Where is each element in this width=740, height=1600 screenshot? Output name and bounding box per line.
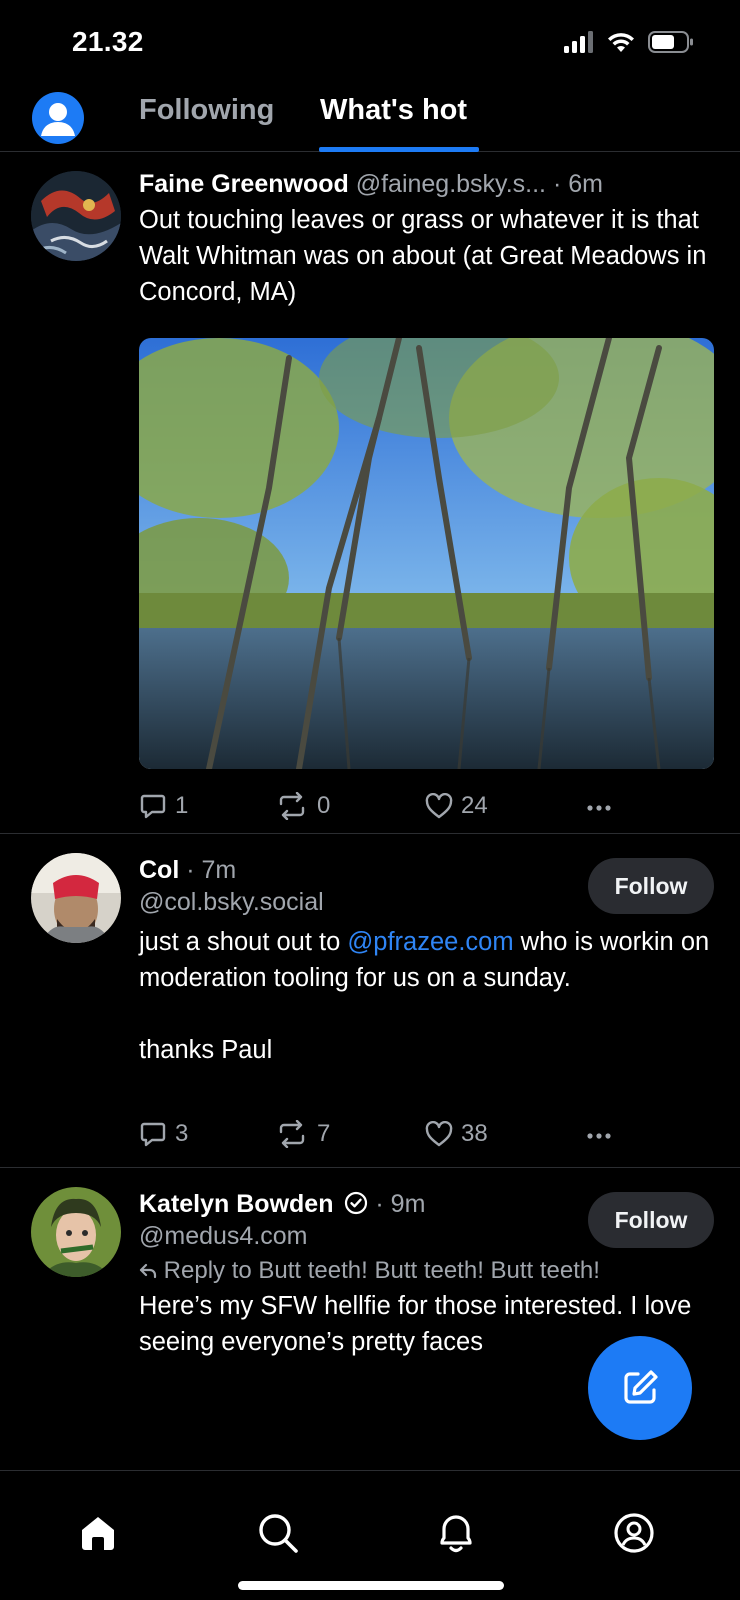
like-icon <box>425 793 453 819</box>
post-text: just a shout out to @pfrazee.com who is … <box>139 924 714 996</box>
reply-count: 1 <box>175 792 189 819</box>
post-time: 9m <box>390 1190 426 1218</box>
user-icon <box>41 103 75 136</box>
tab-following[interactable]: Following <box>139 94 274 127</box>
repost-button[interactable]: 7 <box>275 1120 330 1148</box>
author-name[interactable]: Col <box>139 856 179 884</box>
post-time: 7m <box>201 856 237 884</box>
author-handle[interactable]: @faineg.bsky.s... <box>356 170 546 198</box>
like-button[interactable]: 24 <box>425 792 488 820</box>
signal-icon <box>564 31 594 58</box>
like-button[interactable]: 38 <box>425 1120 488 1148</box>
like-count: 24 <box>461 792 488 819</box>
post-meta: Katelyn Bowden · 9m <box>139 1188 550 1220</box>
compose-button[interactable] <box>588 1336 692 1440</box>
more-button[interactable] <box>585 794 613 822</box>
post-meta: Col · 7m <box>139 854 550 886</box>
post-time: 6m <box>568 170 603 198</box>
repost-icon <box>279 792 305 820</box>
avatar[interactable] <box>31 171 121 261</box>
reply-icon <box>140 1122 166 1147</box>
repost-icon <box>279 1120 305 1148</box>
bottom-nav <box>0 1470 740 1600</box>
nav-search[interactable] <box>254 1509 302 1557</box>
reply-arrow-icon <box>139 1263 157 1279</box>
nav-home[interactable] <box>74 1509 122 1557</box>
author-name[interactable]: Katelyn Bowden <box>139 1190 333 1218</box>
battery-icon <box>648 30 694 59</box>
separator-dot: · <box>375 1190 384 1218</box>
mention-link[interactable]: @pfrazee.com <box>347 928 513 956</box>
nav-notifications[interactable] <box>432 1509 480 1557</box>
status-bar: 21.32 <box>0 0 740 86</box>
post-actions: 3 7 38 <box>139 1120 619 1154</box>
reply-button[interactable]: 1 <box>139 792 188 820</box>
verified-icon <box>345 1191 368 1215</box>
more-button[interactable] <box>585 1122 613 1150</box>
notifications-icon <box>440 1515 472 1553</box>
post-content: just a shout out to @pfrazee.com who is … <box>139 924 714 1068</box>
repost-button[interactable]: 0 <box>275 792 330 820</box>
more-icon <box>587 805 611 811</box>
like-icon <box>425 1121 453 1147</box>
repost-count: 0 <box>317 792 331 819</box>
reply-to-label: Reply to Butt teeth! Butt teeth! Butt te… <box>163 1257 600 1284</box>
wifi-icon <box>606 31 636 58</box>
post[interactable]: Col · 7m @col.bsky.social Follow just a … <box>0 834 740 1168</box>
post-actions: 1 0 24 <box>139 792 619 826</box>
status-icons <box>564 30 694 59</box>
post-text-line: thanks Paul <box>139 1036 273 1064</box>
reply-count: 3 <box>175 1120 189 1147</box>
status-time: 21.32 <box>72 26 144 57</box>
tab-whats-hot[interactable]: What's hot <box>320 94 467 127</box>
post-header: Katelyn Bowden · 9m @medus4.com <box>139 1188 550 1252</box>
post-meta: Faine Greenwood @faineg.bsky.s... · 6m <box>139 168 714 200</box>
more-icon <box>587 1133 611 1139</box>
like-count: 38 <box>461 1120 488 1147</box>
post[interactable]: Faine Greenwood @faineg.bsky.s... · 6m O… <box>0 152 740 834</box>
follow-button[interactable]: Follow <box>588 1192 714 1248</box>
post-header: Col · 7m @col.bsky.social <box>139 854 550 918</box>
feed-header: Following What's hot <box>0 86 740 152</box>
profile-icon <box>614 1513 654 1553</box>
separator-dot: · <box>552 170 562 198</box>
avatar[interactable] <box>31 1187 121 1277</box>
post-text: Out touching leaves or grass or whatever… <box>139 206 707 306</box>
feed[interactable]: Faine Greenwood @faineg.bsky.s... · 6m O… <box>0 152 740 1470</box>
avatar[interactable] <box>31 853 121 943</box>
post-text-part: just a shout out to <box>139 928 348 956</box>
post-content: Faine Greenwood @faineg.bsky.s... · 6m O… <box>139 168 714 310</box>
home-indicator[interactable] <box>238 1581 504 1590</box>
post-image[interactable] <box>139 338 714 769</box>
author-handle[interactable]: @medus4.com <box>139 1220 550 1252</box>
nav-profile[interactable] <box>610 1509 658 1557</box>
separator-dot: · <box>186 856 195 884</box>
follow-button[interactable]: Follow <box>588 858 714 914</box>
repost-count: 7 <box>317 1120 331 1147</box>
reply-button[interactable]: 3 <box>139 1120 188 1148</box>
reply-context[interactable]: Reply to Butt teeth! Butt teeth! Butt te… <box>139 1254 714 1288</box>
reply-icon <box>140 794 166 819</box>
search-icon <box>259 1514 298 1553</box>
my-avatar[interactable] <box>32 92 84 144</box>
compose-icon <box>624 1370 658 1404</box>
home-icon <box>82 1517 114 1550</box>
author-name[interactable]: Faine Greenwood <box>139 170 349 198</box>
author-handle[interactable]: @col.bsky.social <box>139 886 550 918</box>
